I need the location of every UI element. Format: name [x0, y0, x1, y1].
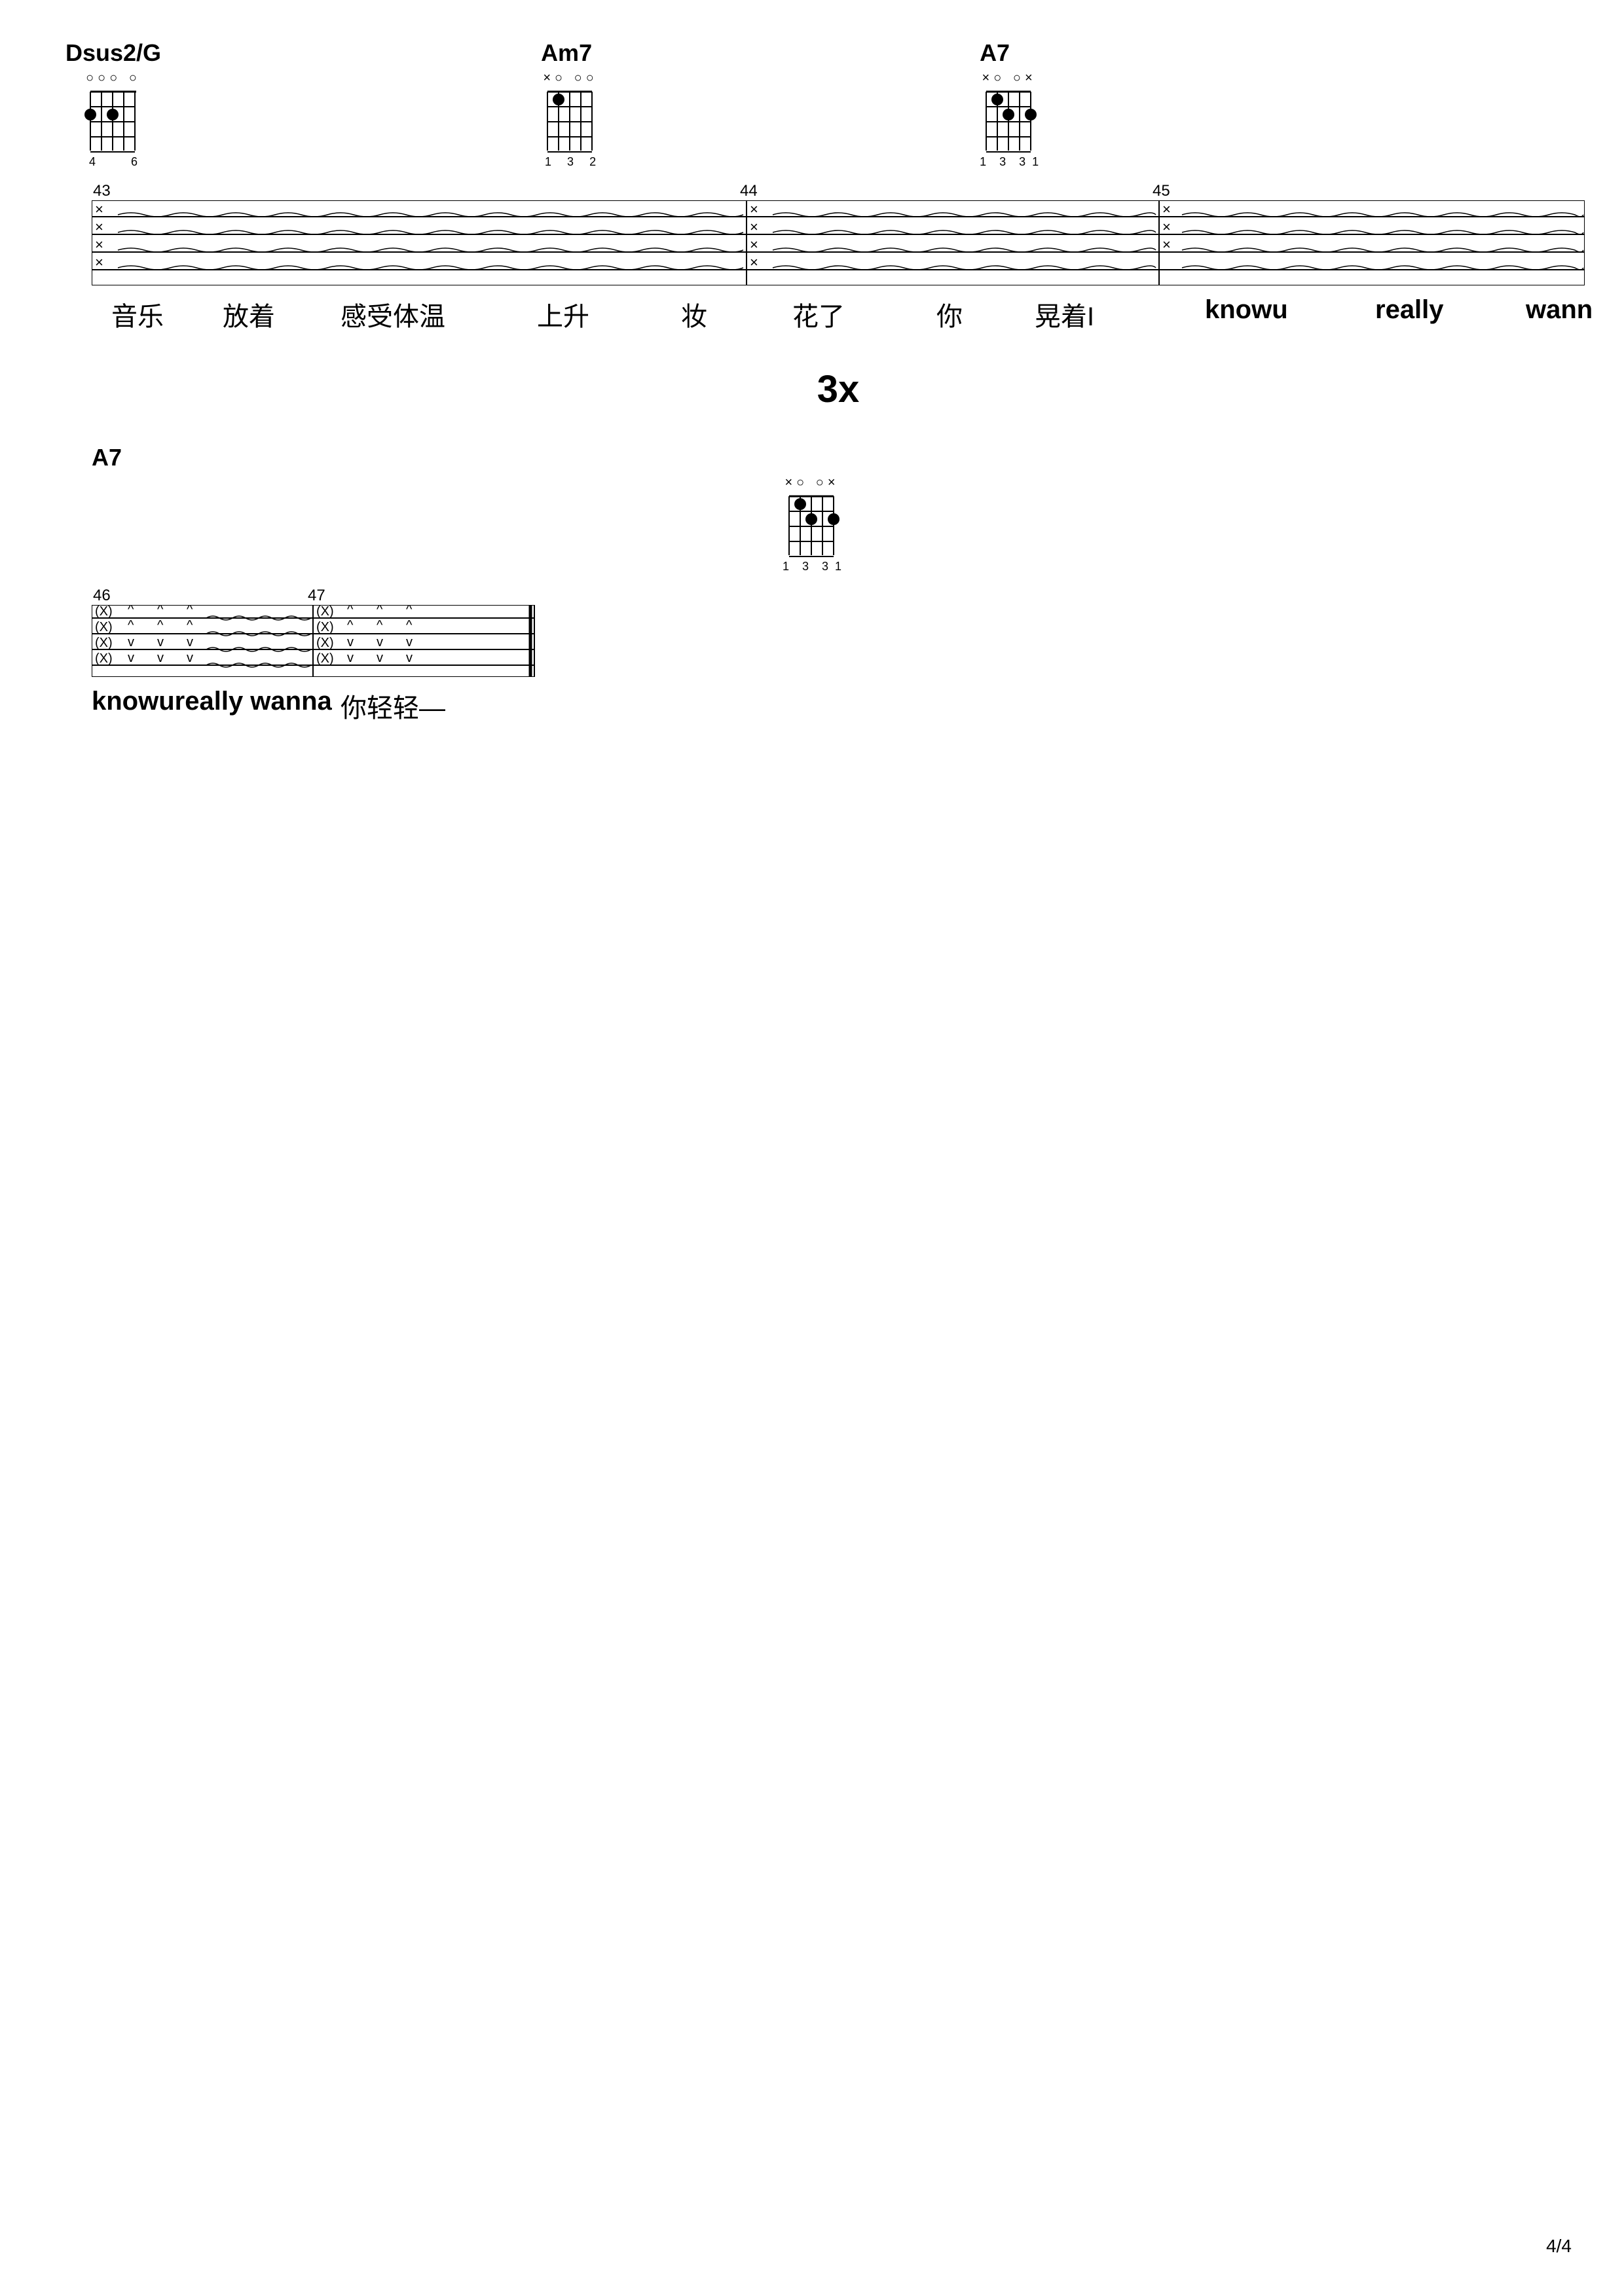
svg-text:v: v: [377, 651, 383, 665]
svg-text:v: v: [128, 651, 134, 665]
svg-text:v: v: [157, 635, 164, 649]
lyric-wann: wann: [1526, 295, 1593, 325]
svg-text:×: ×: [95, 201, 103, 217]
measure-43: 43: [93, 182, 111, 200]
svg-text:×: ×: [1162, 236, 1171, 253]
svg-text:(X): (X): [316, 605, 334, 619]
measure-46: 46: [93, 587, 111, 605]
svg-text:v: v: [187, 635, 193, 649]
svg-text:v: v: [406, 635, 413, 649]
lyric-你: 你: [936, 295, 963, 333]
chord-openmute-dsus2g: ○○○ ○: [86, 71, 141, 86]
lyric-感受体温: 感受体温: [341, 295, 445, 333]
svg-text:(X): (X): [95, 620, 113, 634]
chord-fretnum-a7-row2: 1331: [783, 560, 841, 574]
chord-a7-row1: A7 ×○ ○× 1331: [980, 39, 1039, 169]
chord-grid-a7-row2: [783, 493, 841, 558]
tab-staff-row1: T A B × × × × × × × ×: [92, 200, 1585, 285]
lyrics-row2: knowureally wanna 你轻轻—: [92, 687, 537, 733]
tab-area-row1: 43 44 45 T A B × × × ×: [92, 182, 1572, 289]
chord-openmute-a7-row2: ×○ ○×: [784, 475, 839, 490]
svg-text:(X): (X): [95, 605, 113, 619]
chord-fretnum-a7-row1: 1331: [980, 155, 1039, 169]
svg-text:×: ×: [95, 236, 103, 253]
lyric-你轻轻: 你轻轻—: [341, 687, 445, 725]
svg-text:×: ×: [750, 219, 758, 235]
measure-45: 45: [1153, 182, 1170, 200]
svg-text:v: v: [157, 651, 164, 665]
repeat-marker: 3x: [92, 367, 1585, 411]
svg-text:^: ^: [187, 605, 193, 617]
lyric-音乐: 音乐: [111, 295, 164, 333]
lyric-花了: 花了: [792, 295, 845, 333]
svg-text:^: ^: [347, 605, 354, 617]
svg-text:^: ^: [157, 605, 164, 617]
svg-text:v: v: [347, 651, 354, 665]
svg-text:v: v: [128, 635, 134, 649]
svg-text:×: ×: [1162, 219, 1171, 235]
svg-text:v: v: [406, 651, 413, 665]
svg-text:^: ^: [187, 618, 193, 632]
chord-name-am7: Am7: [541, 39, 592, 67]
lyric-上升: 上升: [537, 295, 589, 333]
svg-text:^: ^: [406, 605, 413, 617]
tab-staff-row2: (X) (X) (X) (X) ^ ^ ^ ^ ^ ^ v v v v v v: [92, 605, 537, 677]
chord-name-a7-row2: A7: [92, 444, 122, 471]
lyric-really: really: [1375, 295, 1444, 325]
chord-am7: Am7 ×○ ○○ 132: [541, 39, 600, 169]
svg-text:v: v: [347, 635, 354, 649]
svg-text:^: ^: [347, 618, 354, 632]
lyric-knowu: knowu: [1205, 295, 1288, 325]
svg-text:(X): (X): [316, 651, 334, 666]
lyrics-row1: 音乐 放着 感受体温 上升 妆 花了 你 晃着I knowu really wa…: [92, 295, 1585, 341]
svg-text:^: ^: [377, 618, 383, 632]
svg-text:v: v: [377, 635, 383, 649]
svg-text:^: ^: [128, 618, 134, 632]
page-number: 4/4: [1546, 2236, 1572, 2257]
svg-text:(X): (X): [316, 636, 334, 650]
chord-grid-a7-row1: [980, 88, 1039, 154]
svg-text:(X): (X): [95, 651, 113, 666]
chord-section-row1: Dsus2/G ○○○ ○ 46: [52, 39, 1572, 169]
chord-fretnum-dsus2g: 46: [89, 155, 138, 169]
chord-name-dsus2g: Dsus2/G: [65, 39, 161, 67]
measure-47: 47: [308, 587, 325, 605]
chord-openmute-am7: ×○ ○○: [543, 71, 597, 86]
tab-area-row2: 46 47 (X) (X) (X) (X): [92, 587, 1572, 680]
lyric-晃着I: 晃着I: [1035, 295, 1094, 333]
svg-text:^: ^: [157, 618, 164, 632]
section2: A7 ×○ ○× 1331: [52, 444, 1572, 733]
svg-text:^: ^: [406, 618, 413, 632]
svg-text:v: v: [187, 651, 193, 665]
svg-text:^: ^: [377, 605, 383, 617]
lyric-放着: 放着: [223, 295, 275, 333]
lyric-妆: 妆: [681, 295, 707, 333]
measure-numbers-row2: 46 47: [92, 587, 537, 605]
svg-text:×: ×: [95, 254, 103, 270]
svg-text:×: ×: [750, 236, 758, 253]
chord-grid-dsus2g: [84, 88, 143, 154]
svg-text:×: ×: [750, 254, 758, 270]
svg-text:×: ×: [95, 219, 103, 235]
lyric-knowureallywanna: knowureally wanna: [92, 687, 332, 716]
chord-dsus2g: Dsus2/G ○○○ ○ 46: [65, 39, 161, 169]
measure-numbers-row1: 43 44 45: [92, 182, 1585, 200]
page: Dsus2/G ○○○ ○ 46: [0, 0, 1624, 2296]
measure-44: 44: [740, 182, 758, 200]
chord-fretnum-am7: 132: [545, 155, 596, 169]
svg-text:(X): (X): [95, 636, 113, 650]
chord-openmute-a7-row1: ×○ ○×: [982, 71, 1037, 86]
chord-grid-am7: [541, 88, 600, 154]
chord-a7-row2: A7 ×○ ○× 1331: [92, 444, 1532, 574]
svg-text:^: ^: [128, 605, 134, 617]
chord-name-a7-row1: A7: [980, 39, 1010, 67]
svg-text:(X): (X): [316, 620, 334, 634]
svg-text:×: ×: [1162, 201, 1171, 217]
svg-text:×: ×: [750, 201, 758, 217]
